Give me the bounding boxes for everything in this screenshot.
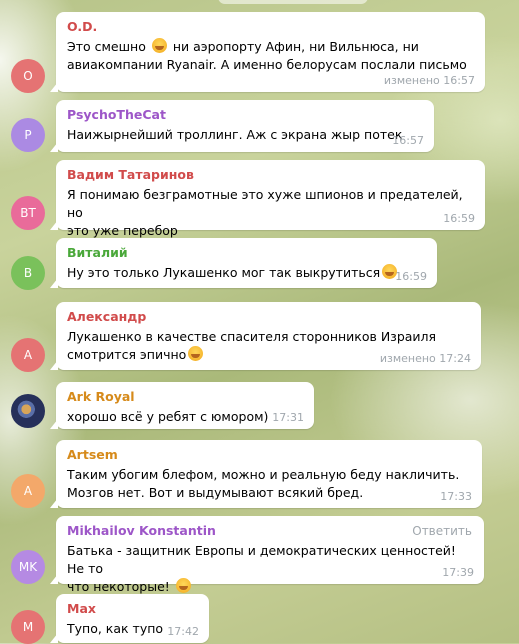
smirk-emoji-icon [175,578,191,593]
message-bubble[interactable]: Вадим Татаринов Я понимаю безграмотные э… [50,160,485,238]
message-text: Таким убогим блефом, можно и реальную бе… [67,467,460,482]
laughing-emoji-icon [188,346,204,361]
message-text: Батька - защитник Европы и демократическ… [67,543,456,576]
avatar[interactable] [11,394,45,428]
avatar[interactable]: В [11,256,45,290]
author-name[interactable]: Виталий [67,245,427,261]
message-time: изменено 16:57 [383,74,475,87]
date-pill [218,0,368,4]
avatar[interactable]: MK [11,550,45,584]
message-text: Это смешно ни аэропорту Афин, ни Вильнюс… [67,38,419,54]
message-bubble[interactable]: Ark Royal хорошо всё у ребят с юмором) 1… [50,382,314,429]
message-text: Лукашенко в качестве спасителя сторонник… [67,329,437,344]
chat-window: { "messages": [ {"author": "O.D.", "auth… [0,0,519,644]
message-time: 17:33 [440,490,472,503]
message-text: хорошо всё у ребят с юмором) [67,409,269,424]
message-time: 17:42 [167,625,199,638]
message-bubble[interactable]: O.D. Это смешно ни аэропорту Афин, ни Ви… [50,12,485,92]
message-time: 17:31 [272,411,304,424]
message-time: 17:39 [442,566,474,579]
message-time: 16:57 [392,134,424,147]
avatar[interactable]: M [11,610,45,644]
avatar[interactable]: A [11,474,45,508]
author-name[interactable]: PsychoTheCat [67,107,424,123]
author-name[interactable]: O.D. [67,19,475,35]
avatar[interactable]: А [11,338,45,372]
message-bubble[interactable]: Александр Лукашенко в качестве спасителя… [50,302,481,370]
message-bubble[interactable]: Виталий Ну это только Лукашенко мог так … [50,238,437,288]
author-name[interactable]: Ark Royal [67,389,304,405]
author-name[interactable]: Александр [67,309,471,325]
message-bubble[interactable]: Mikhailov Konstantin Ответить Батька - з… [50,516,484,594]
avatar[interactable]: P [11,118,45,152]
message-bubble[interactable]: Artsem Таким убогим блефом, можно и реал… [50,440,482,508]
message-bubble[interactable]: PsychoTheCat Наижырнейший троллинг. Аж с… [50,100,434,152]
message-bubble[interactable]: Max Тупо, как тупо 17:42 [50,594,209,643]
message-text: Ну это только Лукашенко мог так выкрутит… [67,264,427,282]
avatar[interactable]: O [11,59,45,93]
message-time: 16:59 [395,270,427,283]
author-name[interactable]: Max [67,601,199,617]
reply-button[interactable]: Ответить [412,524,472,538]
message-time: 16:59 [443,212,475,225]
laughing-emoji-icon [151,38,167,53]
message-text: Наижырнейший троллинг. Аж с экрана жыр п… [67,127,403,142]
author-name[interactable]: Artsem [67,447,472,463]
message-text: Мозгов нет. Вот и выдумывают всякий бред… [67,485,364,500]
message-time: изменено 17:24 [379,352,471,365]
message-text: авиакомпании Ryanair. А именно белорусам… [67,57,467,72]
author-name[interactable]: Вадим Татаринов [67,167,475,183]
message-text: Я понимаю безграмотные это хуже шпионов … [67,187,463,220]
avatar[interactable]: ВТ [11,196,45,230]
